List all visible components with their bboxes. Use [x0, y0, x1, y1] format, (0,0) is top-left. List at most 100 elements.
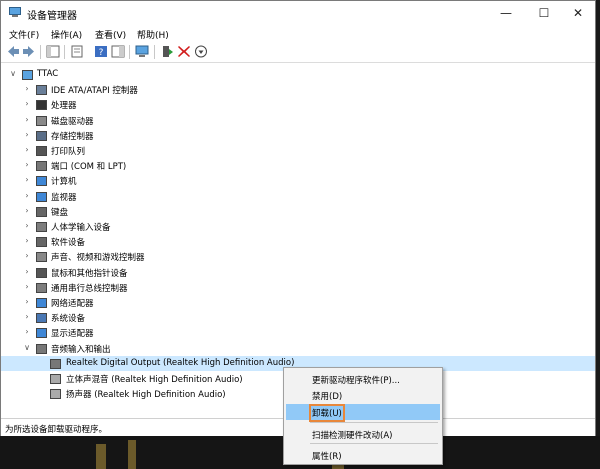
software-device-icon: [36, 237, 47, 248]
stereo-mix-icon: [50, 374, 61, 384]
maximize-button[interactable]: ☐: [525, 1, 563, 25]
properties-icon[interactable]: [70, 45, 84, 58]
enable-device-icon[interactable]: [194, 45, 208, 58]
tree-category[interactable]: › 键盘: [1, 204, 595, 219]
expand-chevron-icon[interactable]: ›: [23, 191, 31, 201]
tree-category[interactable]: › 打印队列: [1, 143, 595, 158]
context-menu-label: 卸载(U): [309, 404, 345, 422]
expand-chevron-icon[interactable]: ›: [23, 130, 31, 140]
keyboard-icon: [36, 206, 47, 217]
tree-item-label: TTAC: [37, 69, 59, 79]
expand-chevron-icon[interactable]: ›: [23, 84, 31, 94]
tree-category[interactable]: › 网络适配器: [1, 295, 595, 310]
status-text: 为所选设备卸载驱动程序。: [5, 425, 108, 435]
tree-item-label: 网络适配器: [51, 299, 94, 309]
expand-chevron-icon[interactable]: ›: [23, 297, 31, 307]
menu-file[interactable]: 文件(F): [9, 28, 39, 41]
tree-item-label: 软件设备: [51, 238, 86, 249]
expand-chevron-icon[interactable]: ›: [23, 206, 31, 216]
tree-category[interactable]: › 声音、视频和游戏控制器: [1, 249, 595, 264]
storage-controller-icon: [36, 130, 47, 141]
usb-controller-icon: [36, 282, 47, 293]
context-menu-label: 属性(R): [312, 452, 342, 462]
toolbar-divider: [40, 45, 41, 59]
tree-category[interactable]: › 端口 (COM 和 LPT): [1, 158, 595, 173]
scan-hardware-icon[interactable]: [135, 45, 149, 58]
tree-category[interactable]: › 通用串行总线控制器: [1, 280, 595, 295]
disk-drive-icon: [36, 115, 47, 126]
tree-category[interactable]: › 计算机: [1, 173, 595, 188]
forward-arrow-icon[interactable]: [22, 45, 36, 58]
ctx-update-driver[interactable]: 更新驱动程序软件(P)...: [286, 371, 440, 387]
tree-item-label: 音频输入和输出: [51, 344, 111, 355]
tree-category[interactable]: › 磁盘驱动器: [1, 113, 595, 128]
expand-chevron-icon[interactable]: ›: [23, 99, 31, 109]
tree-category[interactable]: › 人体学输入设备: [1, 219, 595, 234]
tree-item-label: 计算机: [51, 177, 77, 188]
minimize-button[interactable]: —: [487, 1, 525, 25]
network-adapter-icon: [36, 298, 47, 308]
ctx-uninstall[interactable]: 卸载(U): [286, 404, 440, 422]
print-queue-icon: [36, 146, 47, 156]
context-menu-label: 禁用(D): [312, 392, 343, 402]
menu-help[interactable]: 帮助(H): [137, 28, 169, 41]
tree-category[interactable]: › 监视器: [1, 189, 595, 204]
toolbar-divider: [64, 45, 65, 59]
ide-controller-icon: [36, 85, 47, 96]
tree-item-label: 人体学输入设备: [51, 223, 111, 233]
tree-item-label: 扬声器 (Realtek High Definition Audio): [66, 390, 226, 401]
menu-action[interactable]: 操作(A): [51, 28, 82, 41]
tree-category[interactable]: › 处理器: [1, 97, 595, 112]
tree-root[interactable]: ∨ TTAC: [1, 67, 595, 82]
help-icon[interactable]: ?: [94, 45, 108, 58]
expand-chevron-icon[interactable]: ›: [23, 327, 31, 337]
device-manager-app-icon: [9, 7, 21, 17]
show-hide-tree-icon[interactable]: [46, 45, 60, 58]
tree-item-label: 存储控制器: [51, 131, 94, 142]
ctx-properties[interactable]: 属性(R): [286, 447, 440, 463]
computer-icon: [36, 176, 47, 187]
back-arrow-icon[interactable]: [6, 45, 20, 58]
tree-item-label: 声音、视频和游戏控制器: [51, 253, 145, 264]
close-button[interactable]: ✕: [559, 1, 597, 25]
tree-item-label: 立体声混音 (Realtek High Definition Audio): [66, 375, 243, 385]
expand-chevron-icon[interactable]: ›: [23, 251, 31, 261]
collapse-chevron-icon[interactable]: ∨: [23, 343, 31, 353]
tree-category[interactable]: ∨ 音频输入和输出: [1, 341, 595, 356]
update-driver-icon[interactable]: [160, 45, 174, 58]
port-icon: [36, 161, 47, 172]
ctx-disable[interactable]: 禁用(D): [286, 387, 440, 403]
expand-chevron-icon[interactable]: ›: [23, 145, 31, 155]
tree-item-label: 系统设备: [51, 314, 86, 325]
action-pane-icon[interactable]: [111, 45, 125, 58]
hid-icon: [36, 222, 47, 232]
uninstall-x-icon[interactable]: [177, 45, 191, 58]
expand-chevron-icon[interactable]: ›: [23, 267, 31, 277]
expand-chevron-icon[interactable]: ›: [23, 115, 31, 125]
tree-category[interactable]: › 鼠标和其他指针设备: [1, 265, 595, 280]
expand-chevron-icon[interactable]: ›: [23, 160, 31, 170]
expand-chevron-icon[interactable]: ›: [23, 312, 31, 322]
ctx-scan-hardware[interactable]: 扫描检测硬件改动(A): [286, 426, 440, 442]
display-adapter-icon: [36, 328, 47, 339]
toolbar-divider: [129, 45, 130, 59]
tree-category[interactable]: › 软件设备: [1, 234, 595, 249]
expand-chevron-icon[interactable]: ›: [23, 282, 31, 292]
tree-category[interactable]: › IDE ATA/ATAPI 控制器: [1, 82, 595, 97]
menu-view[interactable]: 查看(V): [95, 28, 126, 41]
context-menu-label: 扫描检测硬件改动(A): [312, 431, 393, 441]
expand-chevron-icon[interactable]: ›: [23, 175, 31, 185]
tree-item-label: 端口 (COM 和 LPT): [51, 162, 127, 173]
expand-chevron-icon[interactable]: ›: [23, 221, 31, 231]
tree-category[interactable]: › 显示适配器: [1, 325, 595, 340]
tree-item-label: 鼠标和其他指针设备: [51, 268, 128, 279]
tree-item-label: 处理器: [51, 101, 77, 112]
collapse-chevron-icon[interactable]: ∨: [9, 69, 17, 79]
tree-category[interactable]: › 系统设备: [1, 310, 595, 325]
expand-chevron-icon[interactable]: ›: [23, 236, 31, 246]
computer-root-icon: [22, 70, 33, 80]
tree-item-label: 显示适配器: [51, 329, 94, 340]
device-tree: ∨ TTAC › IDE ATA/ATAPI 控制器 › 处理器 › 磁盘驱动器 › 存储控制器 ›…: [1, 63, 595, 418]
tree-category[interactable]: › 存储控制器: [1, 128, 595, 143]
desktop-decoration: [96, 444, 106, 469]
